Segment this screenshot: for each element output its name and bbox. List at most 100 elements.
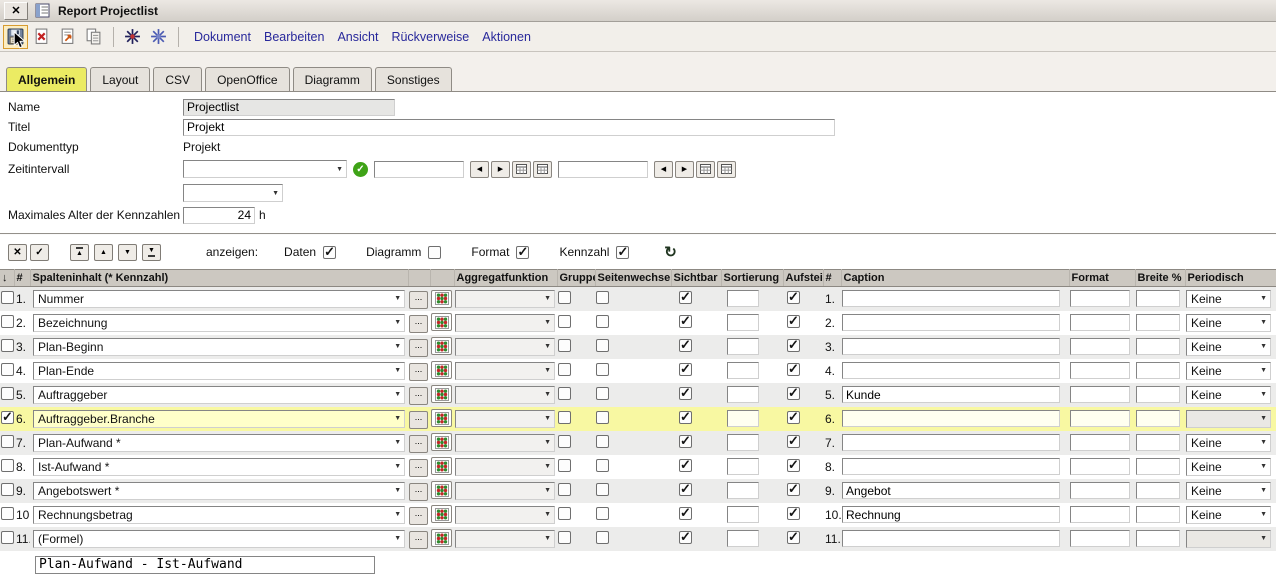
row-select-checkbox[interactable] [1, 531, 14, 544]
breite-input[interactable] [1136, 434, 1180, 451]
aufsteigend-checkbox[interactable] [787, 411, 800, 424]
caption-input[interactable] [842, 482, 1060, 499]
periodisch-select[interactable]: Keine ▼ [1186, 482, 1271, 500]
periodisch-select[interactable]: Keine ▼ [1186, 338, 1271, 356]
tab[interactable]: OpenOffice [205, 67, 289, 91]
gruppe-checkbox[interactable] [558, 483, 571, 496]
seitenwechsel-checkbox[interactable] [596, 507, 609, 520]
column-content-select[interactable]: Nummer ▼ [33, 290, 405, 308]
row-select-checkbox[interactable] [1, 507, 14, 520]
aggregate-select[interactable]: ▼ [455, 338, 555, 356]
caption-input[interactable] [842, 458, 1060, 475]
sortierung-input[interactable] [727, 482, 759, 499]
zeitintervall-sub-select[interactable]: ▼ [183, 184, 283, 202]
row-select-checkbox[interactable] [1, 483, 14, 496]
data-picker-button[interactable] [431, 409, 452, 427]
aggregate-select[interactable]: ▼ [455, 482, 555, 500]
detail-ellipsis-button[interactable]: ... [409, 291, 428, 309]
column-content-select[interactable]: Plan-Beginn ▼ [33, 338, 405, 356]
gruppe-checkbox[interactable] [558, 411, 571, 424]
titel-input[interactable] [183, 119, 835, 136]
detail-ellipsis-button[interactable]: ... [409, 387, 428, 405]
aufsteigend-checkbox[interactable] [787, 291, 800, 304]
periodisch-select[interactable]: Keine ▼ [1186, 434, 1271, 452]
aufsteigend-checkbox[interactable] [787, 339, 800, 352]
menu-item[interactable]: Dokument [194, 30, 251, 44]
format-input[interactable] [1070, 314, 1130, 331]
column-content-select[interactable]: Plan-Aufwand * ▼ [33, 434, 405, 452]
row-select-checkbox[interactable] [1, 435, 14, 448]
seitenwechsel-checkbox[interactable] [596, 339, 609, 352]
sortierung-input[interactable] [727, 362, 759, 379]
breite-input[interactable] [1136, 290, 1180, 307]
gruppe-checkbox[interactable] [558, 459, 571, 472]
caption-input[interactable] [842, 338, 1060, 355]
aufsteigend-checkbox[interactable] [787, 387, 800, 400]
seitenwechsel-checkbox[interactable] [596, 315, 609, 328]
sichtbar-checkbox[interactable] [679, 363, 692, 376]
sortierung-input[interactable] [727, 458, 759, 475]
delete-button[interactable] [29, 25, 54, 49]
periodisch-select[interactable]: Keine ▼ [1186, 458, 1271, 476]
row-select-checkbox[interactable] [1, 291, 14, 304]
seitenwechsel-checkbox[interactable] [596, 387, 609, 400]
breite-input[interactable] [1136, 482, 1180, 499]
menu-item[interactable]: Aktionen [482, 30, 531, 44]
tab[interactable]: Sonstiges [375, 67, 452, 91]
option-checkbox[interactable] [323, 246, 336, 259]
row-select-checkbox[interactable] [1, 315, 14, 328]
gruppe-checkbox[interactable] [558, 435, 571, 448]
calendar-button[interactable] [533, 161, 552, 178]
sichtbar-checkbox[interactable] [679, 411, 692, 424]
sortierung-input[interactable] [727, 386, 759, 403]
recalculate-all-button[interactable] [146, 25, 171, 49]
format-input[interactable] [1070, 458, 1130, 475]
sichtbar-checkbox[interactable] [679, 291, 692, 304]
column-content-select[interactable]: Auftraggeber ▼ [33, 386, 405, 404]
sichtbar-checkbox[interactable] [679, 387, 692, 400]
tab[interactable]: CSV [153, 67, 202, 91]
format-input[interactable] [1070, 506, 1130, 523]
aggregate-select[interactable]: ▼ [455, 314, 555, 332]
sortierung-input[interactable] [727, 506, 759, 523]
copy-button[interactable] [81, 25, 106, 49]
format-input[interactable] [1070, 290, 1130, 307]
sortierung-input[interactable] [727, 410, 759, 427]
interval-to-input[interactable] [558, 161, 648, 178]
move-up-button[interactable]: ▲ [94, 244, 113, 261]
column-content-select[interactable]: Angebotswert * ▼ [33, 482, 405, 500]
tab[interactable]: Allgemein [6, 67, 87, 91]
format-input[interactable] [1070, 434, 1130, 451]
calendar-button[interactable] [512, 161, 531, 178]
detail-ellipsis-button[interactable]: ... [409, 435, 428, 453]
aggregate-select[interactable]: ▼ [455, 290, 555, 308]
sichtbar-checkbox[interactable] [679, 531, 692, 544]
periodisch-select[interactable]: Keine ▼ [1186, 314, 1271, 332]
detail-ellipsis-button[interactable]: ... [409, 315, 428, 333]
seitenwechsel-checkbox[interactable] [596, 363, 609, 376]
column-content-select[interactable]: Plan-Ende ▼ [33, 362, 405, 380]
sortierung-input[interactable] [727, 290, 759, 307]
move-bottom-button[interactable]: ▼ [142, 244, 161, 261]
periodisch-select[interactable]: ▼ [1186, 410, 1271, 428]
next-button[interactable]: ▶ [491, 161, 510, 178]
row-select-checkbox[interactable] [1, 387, 14, 400]
periodisch-select[interactable]: Keine ▼ [1186, 290, 1271, 308]
close-button[interactable]: ✕ [4, 2, 28, 20]
sichtbar-checkbox[interactable] [679, 507, 692, 520]
format-input[interactable] [1070, 530, 1130, 547]
move-top-button[interactable]: ▲ [70, 244, 89, 261]
menu-item[interactable]: Ansicht [337, 30, 378, 44]
aggregate-select[interactable]: ▼ [455, 410, 555, 428]
data-picker-button[interactable] [431, 385, 452, 403]
caption-input[interactable] [842, 290, 1060, 307]
periodisch-select[interactable]: Keine ▼ [1186, 506, 1271, 524]
seitenwechsel-checkbox[interactable] [596, 531, 609, 544]
column-content-select[interactable]: Bezeichnung ▼ [33, 314, 405, 332]
next-button[interactable]: ▶ [675, 161, 694, 178]
export-button[interactable] [55, 25, 80, 49]
option-checkbox[interactable] [516, 246, 529, 259]
gruppe-checkbox[interactable] [558, 339, 571, 352]
caption-input[interactable] [842, 362, 1060, 379]
data-picker-button[interactable] [431, 337, 452, 355]
